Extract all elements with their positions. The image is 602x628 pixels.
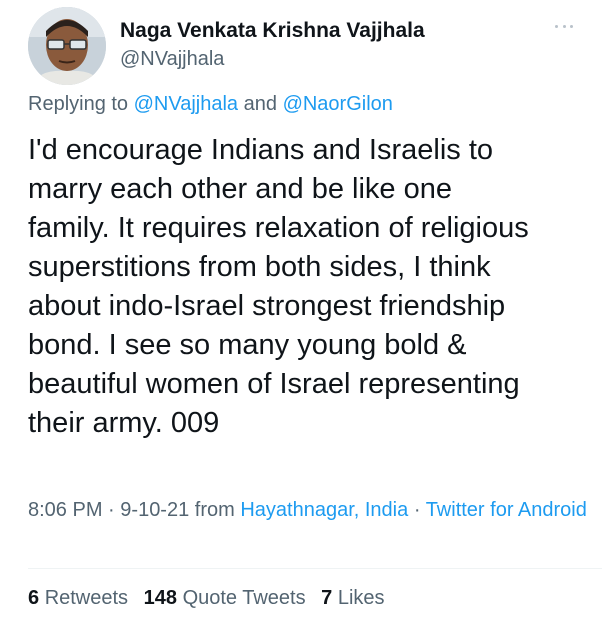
mention-link-2[interactable]: @NaorGilon bbox=[283, 93, 393, 115]
retweets-label: Retweets bbox=[44, 587, 129, 609]
author-handle[interactable]: @NVajjhala bbox=[120, 48, 224, 71]
more-horizontal-icon[interactable] bbox=[552, 16, 576, 36]
likes-stat[interactable]: 7 Likes bbox=[321, 587, 384, 609]
avatar[interactable] bbox=[28, 7, 106, 85]
retweets-count: 6 bbox=[28, 587, 40, 609]
replying-conjunction: and bbox=[243, 93, 277, 115]
tweet-card: Naga Venkata Krishna Vajjhala @NVajjhala… bbox=[0, 0, 602, 628]
tweet-text: I'd encourage Indians and Israelis to ma… bbox=[28, 134, 529, 439]
tweet-date[interactable]: 9-10-21 bbox=[120, 499, 189, 521]
meta-separator: · bbox=[413, 499, 421, 521]
from-label: from bbox=[194, 499, 235, 521]
location-link[interactable]: Hayathnagar, India bbox=[240, 499, 408, 521]
quote-tweets-count: 148 bbox=[143, 587, 177, 609]
author-display-name[interactable]: Naga Venkata Krishna Vajjhala bbox=[120, 19, 425, 43]
likes-count: 7 bbox=[321, 587, 333, 609]
likes-label: Likes bbox=[337, 587, 385, 609]
tweet-meta: 8:06 PM · 9-10-21 from Hayathnagar, Indi… bbox=[28, 495, 588, 525]
source-link[interactable]: Twitter for Android bbox=[426, 499, 587, 521]
meta-separator: · bbox=[108, 499, 115, 521]
quote-tweets-label: Quote Tweets bbox=[182, 587, 306, 609]
retweets-stat[interactable]: 6 Retweets bbox=[28, 587, 128, 609]
divider bbox=[28, 568, 602, 569]
mention-link-1[interactable]: @NVajjhala bbox=[134, 93, 238, 115]
quote-tweets-stat[interactable]: 148 Quote Tweets bbox=[144, 587, 306, 609]
replying-to-line: Replying to @NVajjhala and @NaorGilon bbox=[28, 93, 393, 116]
tweet-time[interactable]: 8:06 PM bbox=[28, 499, 102, 521]
avatar-image bbox=[28, 7, 106, 85]
engagement-stats: 6 Retweets 148 Quote Tweets 7 Likes bbox=[28, 587, 395, 610]
replying-to-label: Replying to bbox=[28, 93, 129, 115]
